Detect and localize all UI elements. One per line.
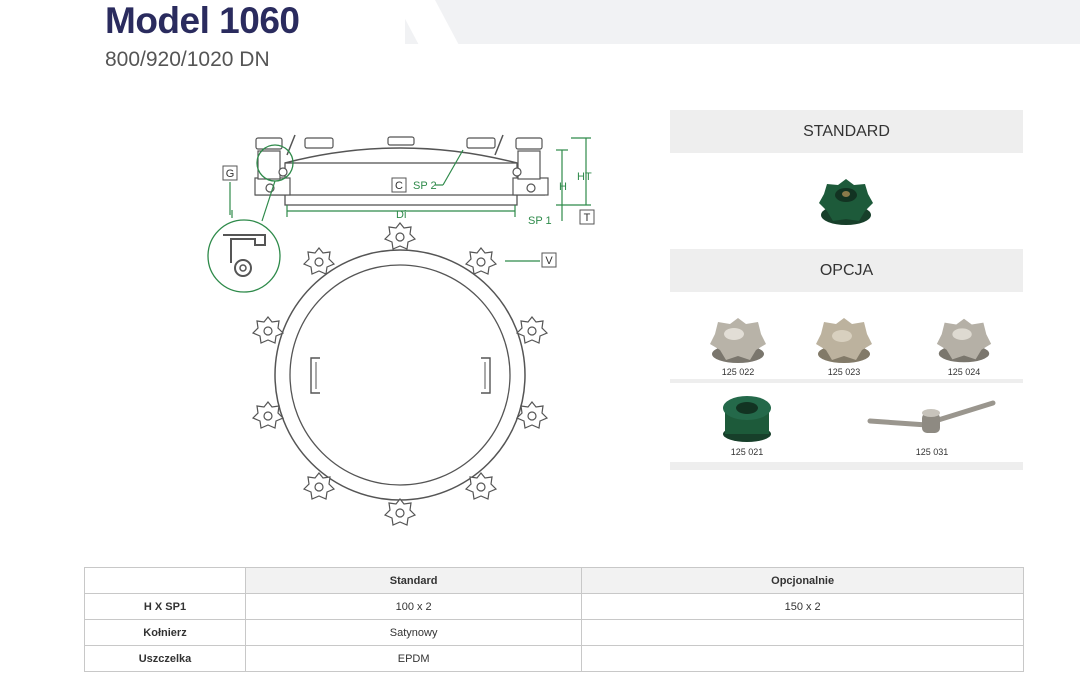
label-ht: HT	[577, 171, 592, 183]
table-row: Kołnierz Satynowy	[84, 619, 1024, 646]
label-v: V	[545, 255, 553, 267]
page-subtitle: 800/920/1020 DN	[105, 48, 270, 71]
header-band	[405, 0, 1080, 44]
table-row: Uszczelka EPDM	[84, 645, 1024, 672]
knob-code: 125 021	[730, 447, 764, 457]
row-label: Uszczelka	[84, 645, 246, 672]
steel-star-knob-icon	[816, 318, 872, 363]
standard-cell: EPDM	[244, 645, 583, 672]
optional-cell	[581, 645, 1024, 672]
side-view	[254, 134, 549, 206]
standard-knob-area	[670, 153, 1023, 249]
steel-star-knob-icon	[936, 318, 992, 363]
label-sp2: SP 2	[413, 180, 437, 192]
label-c: C	[395, 180, 403, 192]
standard-heading: STANDARD	[670, 110, 1023, 153]
option-heading: OPCJA	[670, 249, 1023, 292]
label-t: T	[584, 212, 591, 224]
table-header-cell	[84, 567, 246, 594]
knob-code: 125 023	[827, 367, 861, 377]
row-label: H X SP1	[84, 593, 246, 620]
standard-cell: Satynowy	[244, 619, 583, 646]
technical-drawing: G C SP 2 H HT Di SP 1 T V	[207, 134, 595, 526]
option-row-divider	[670, 379, 1023, 383]
green-star-knob-icon	[819, 179, 873, 225]
table-header-row: Standard Opcjonalnie	[84, 567, 1024, 594]
knob-code: 125 031	[915, 447, 949, 457]
panel-bottom	[670, 462, 1023, 470]
wing-handle-icon	[867, 400, 996, 433]
label-h: H	[559, 181, 567, 193]
knob-code: 125 022	[721, 367, 755, 377]
table-header-cell: Opcjonalnie	[581, 567, 1024, 594]
plan-view	[252, 222, 548, 526]
label-sp1: SP 1	[528, 215, 552, 227]
option-knobs-area: 125 022 125 023 125 024 125 021 125 031	[670, 292, 1023, 470]
standard-cell: 100 x 2	[244, 593, 583, 620]
table-header-cell: Standard	[244, 567, 583, 594]
table-row: H X SP1 100 x 2 150 x 2	[84, 593, 1024, 620]
optional-cell	[581, 619, 1024, 646]
steel-star-knob-icon	[710, 318, 766, 363]
row-label: Kołnierz	[84, 619, 246, 646]
knob-code: 125 024	[947, 367, 981, 377]
optional-cell: 150 x 2	[581, 593, 1024, 620]
label-di: Di	[396, 209, 406, 221]
spec-table: Standard Opcjonalnie H X SP1 100 x 2 150…	[84, 567, 1024, 672]
label-g: G	[226, 168, 235, 180]
green-star-knob-icon	[723, 396, 771, 442]
knob-options-panel: STANDARD OPCJA 125 022 125 023 125 024 1…	[670, 110, 1023, 470]
seal-detail	[207, 210, 281, 293]
page-title: Model 1060	[105, 0, 300, 41]
